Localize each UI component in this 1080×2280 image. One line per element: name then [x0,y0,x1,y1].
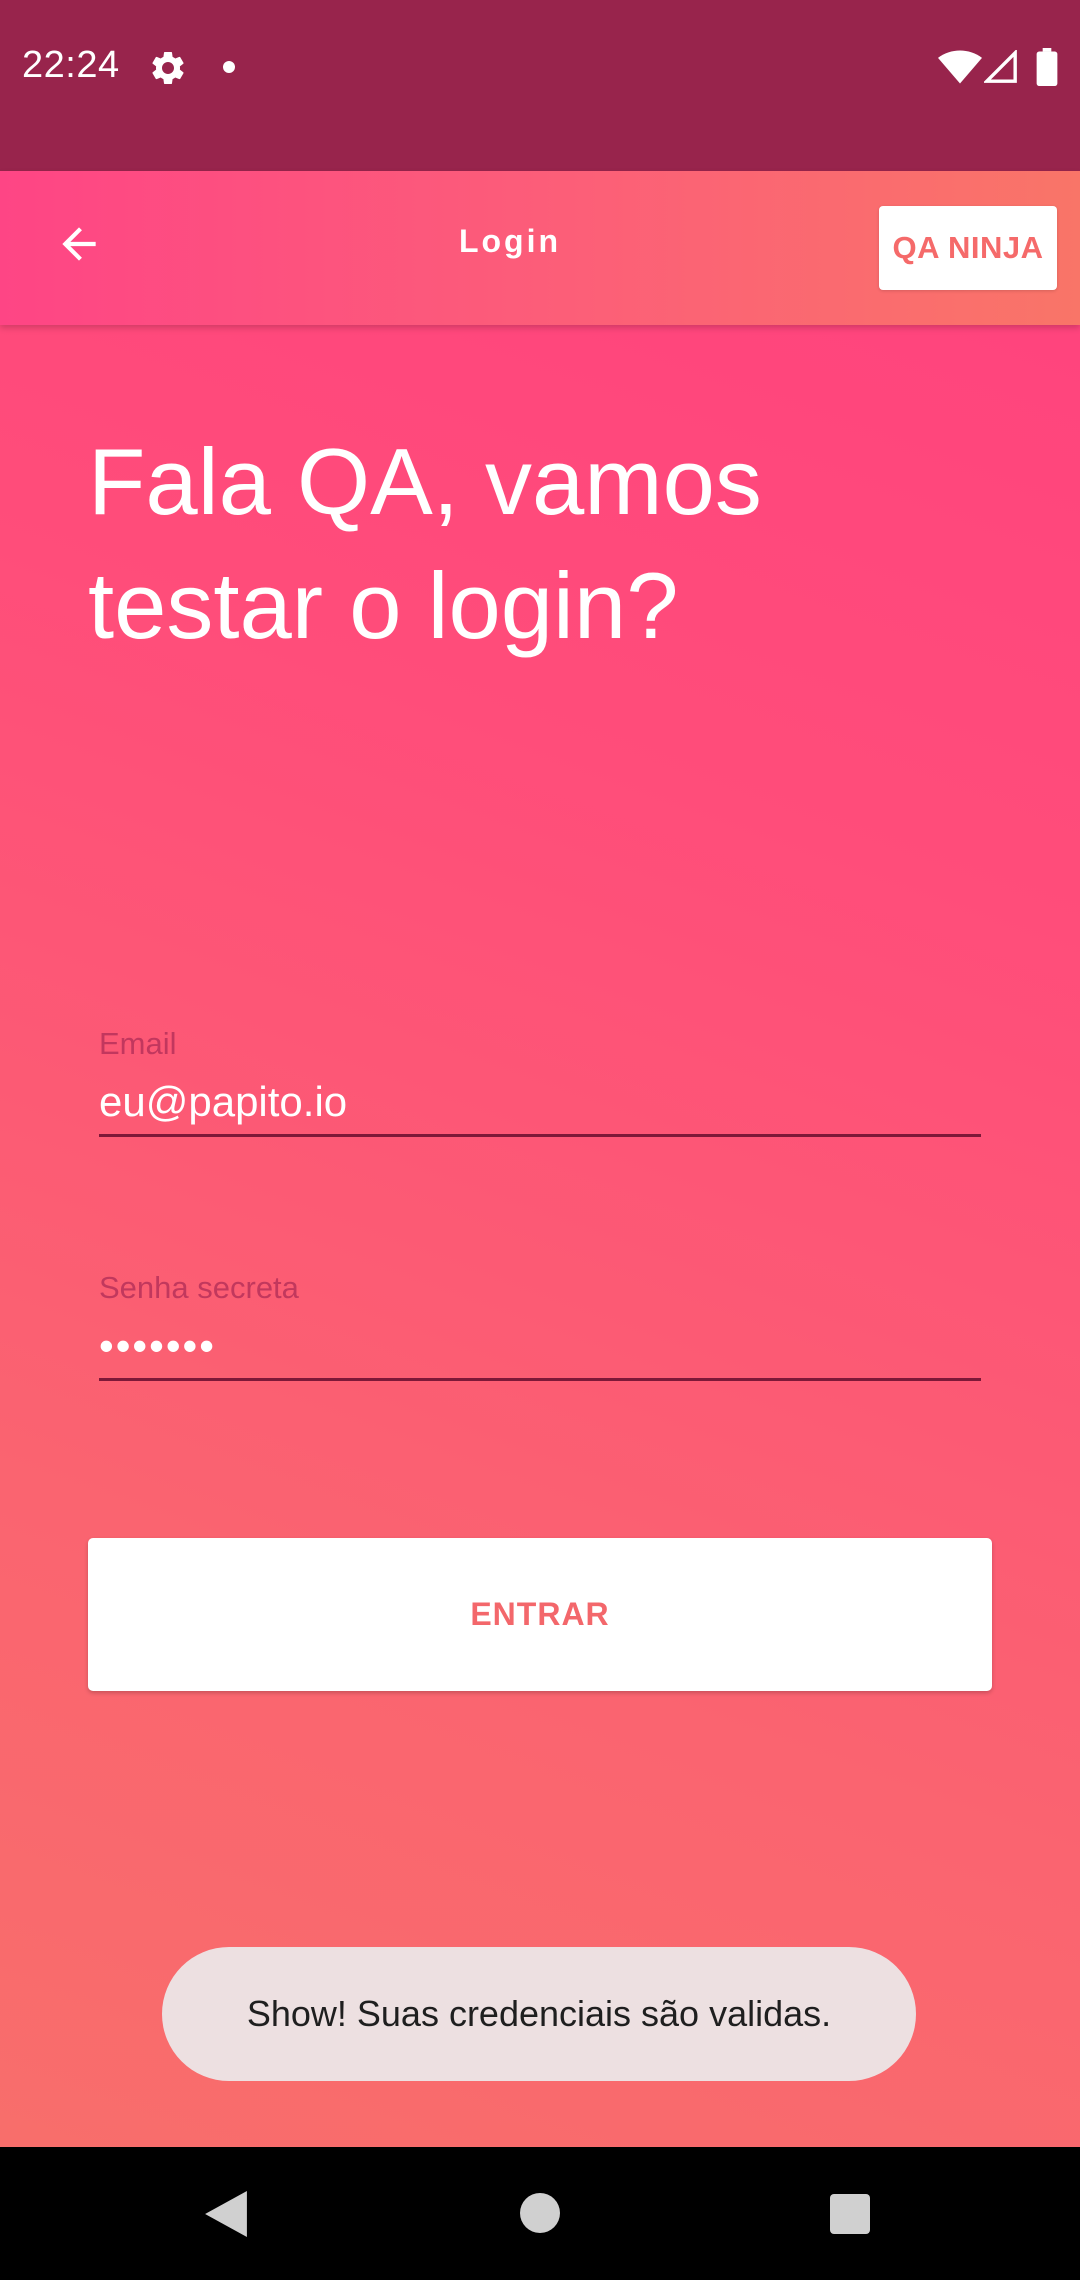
login-screen: 22:24 Login QA NINJA Fala QA, vamos test… [0,0,1080,2280]
app-bar: Login QA NINJA [0,171,1080,325]
back-triangle-icon[interactable] [205,2191,247,2237]
qa-ninja-button[interactable]: QA NINJA [879,206,1057,290]
email-label: Email [99,1026,177,1061]
status-bar: 22:24 [0,0,1080,171]
arrow-left-icon [62,227,96,261]
email-field-group: Email [99,1026,981,1137]
wifi-icon [938,50,982,84]
password-field[interactable] [99,1314,981,1381]
system-nav-bar [0,2147,1080,2280]
signal-icon [984,50,1017,83]
page-title: Login [458,223,562,259]
password-field-group: Senha secreta [99,1270,981,1381]
email-field[interactable] [99,1070,981,1137]
notification-dot-icon [223,61,235,73]
recents-square-icon[interactable] [830,2194,870,2234]
back-button[interactable] [40,205,118,283]
enter-button[interactable]: ENTRAR [88,1538,992,1691]
status-time: 22:24 [22,44,120,86]
toast-message: Show! Suas credenciais são validas. [162,1947,916,2081]
welcome-heading: Fala QA, vamos testar o login? [88,429,762,658]
password-label: Senha secreta [99,1270,299,1305]
home-circle-icon[interactable] [520,2193,560,2233]
battery-icon [1036,48,1058,86]
gear-icon [152,51,184,84]
